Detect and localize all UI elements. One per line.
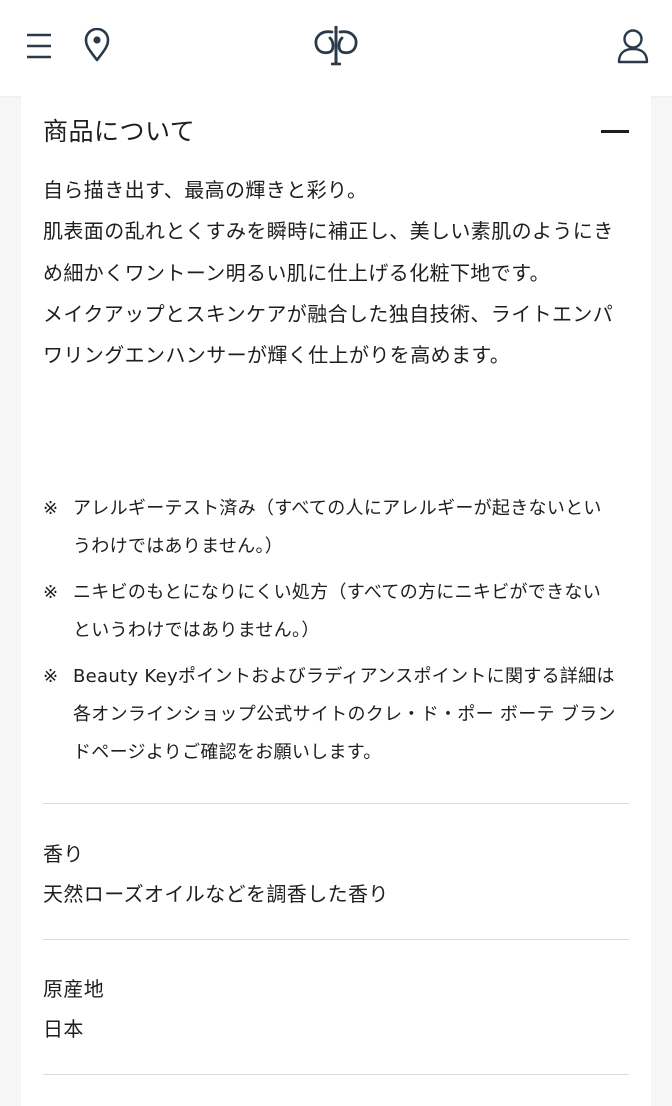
note-text: アレルギーテスト済み（すべての人にアレルギーが起きないというわけではありません。… bbox=[73, 498, 602, 557]
section-title: 商品について bbox=[43, 117, 196, 146]
attribute-origin: 原産地 日本 bbox=[43, 969, 619, 1049]
location-pin-icon[interactable] bbox=[82, 28, 112, 62]
description-paragraph: 肌表面の乱れとくすみを瞬時に補正し、美しい素肌のようにきめ細かくワントーン明るい… bbox=[43, 219, 614, 285]
section-divider bbox=[43, 939, 629, 940]
site-header bbox=[0, 0, 672, 96]
note-mark: ※ bbox=[43, 498, 59, 519]
note-text: ニキビのもとになりにくい処方（すべての方にニキビができないというわけではありませ… bbox=[73, 582, 601, 641]
hamburger-menu-icon[interactable] bbox=[26, 30, 52, 62]
attribute-label: 香り bbox=[43, 842, 84, 866]
minus-icon[interactable] bbox=[601, 130, 629, 133]
note-mark: ※ bbox=[43, 666, 59, 687]
attribute-value: 日本 bbox=[43, 1017, 84, 1041]
accordion-header[interactable]: 商品について bbox=[43, 114, 629, 150]
product-info-panel: 商品について 自ら描き出す、最高の輝きと彩り。 肌表面の乱れとくすみを瞬時に補正… bbox=[21, 96, 651, 1106]
attribute-label: 原産地 bbox=[43, 977, 105, 1001]
note-text: Beauty Keyポイントおよびラディアンスポイントに関する詳細は各オンライン… bbox=[73, 666, 616, 763]
description-paragraph: 自ら描き出す、最高の輝きと彩り。 bbox=[43, 178, 368, 202]
note-item: ※ ニキビのもとになりにくい処方（すべての方にニキビができないというわけではあり… bbox=[43, 574, 619, 650]
cle-de-peau-logo-icon[interactable] bbox=[312, 24, 360, 66]
product-notes: ※ アレルギーテスト済み（すべての人にアレルギーが起きないというわけではありませ… bbox=[43, 490, 619, 780]
attribute-fragrance: 香り 天然ローズオイルなどを調香した香り bbox=[43, 834, 619, 914]
description-paragraph: メイクアップとスキンケアが融合した独自技術、ライトエンパワリングエンハンサーが輝… bbox=[43, 301, 614, 368]
section-divider bbox=[43, 1074, 629, 1075]
note-item: ※ アレルギーテスト済み（すべての人にアレルギーが起きないというわけではありませ… bbox=[43, 490, 619, 566]
product-description: 自ら描き出す、最高の輝きと彩り。 肌表面の乱れとくすみを瞬時に補正し、美しい素肌… bbox=[43, 170, 619, 376]
section-divider bbox=[43, 803, 629, 804]
user-icon[interactable] bbox=[616, 28, 650, 64]
note-mark: ※ bbox=[43, 582, 59, 603]
attribute-value: 天然ローズオイルなどを調香した香り bbox=[43, 882, 389, 906]
note-item: ※ Beauty Keyポイントおよびラディアンスポイントに関する詳細は各オンラ… bbox=[43, 658, 619, 772]
